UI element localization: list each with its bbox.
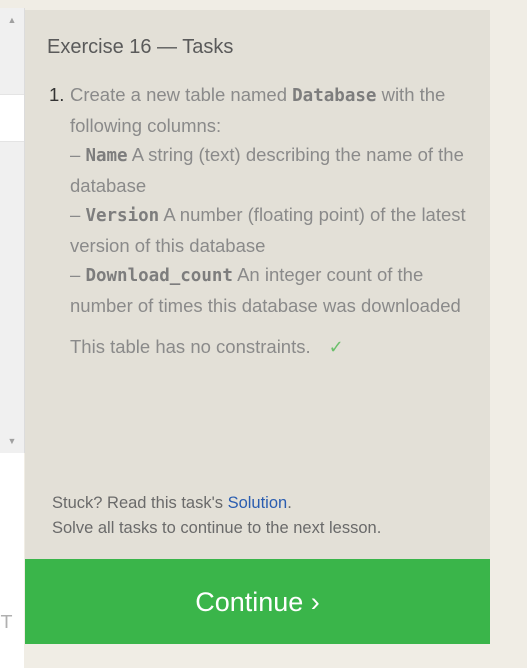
column-item-download-count: – Download_count An integer count of the… [70,264,461,316]
editor-scrollbar[interactable]: ▲ ▼ [0,8,25,453]
checkmark-icon: ✓ [328,337,344,358]
page-title: Exercise 16 — Tasks [47,36,234,58]
stuck-line: Stuck? Read this task's Solution. [52,494,292,512]
column-item-version: – Version A number (floating point) of t… [70,204,466,256]
tasks-panel: Exercise 16 — Tasks 1. Create a new tabl… [25,10,490,559]
solve-all-note: Solve all tasks to continue to the next … [52,519,382,537]
editor-partial-text: T [1,612,12,633]
constraint-note: This table has no constraints. ✓ [70,336,344,358]
task-intro-text: Create a new table named [70,84,293,105]
table-name-code: Database [292,86,377,106]
solution-link[interactable]: Solution [228,494,288,512]
column-name-code: Download_count [85,266,233,286]
column-name-code: Name [85,146,128,166]
scroll-down-icon[interactable]: ▼ [0,435,24,447]
column-item-name: – Name A string (text) describing the na… [70,144,464,196]
scroll-thumb[interactable] [0,94,24,142]
task-footer: Stuck? Read this task's Solution. Solve … [52,491,381,541]
scroll-up-icon[interactable]: ▲ [0,14,24,26]
list-item: 1. Create a new table named Database wit… [47,80,477,362]
column-description: A string (text) describing the name of t… [70,144,464,196]
task-number: 1. [49,84,65,105]
column-name-code: Version [85,206,160,226]
continue-button[interactable]: Continue › [25,559,490,644]
task-list: 1. Create a new table named Database wit… [47,80,477,362]
